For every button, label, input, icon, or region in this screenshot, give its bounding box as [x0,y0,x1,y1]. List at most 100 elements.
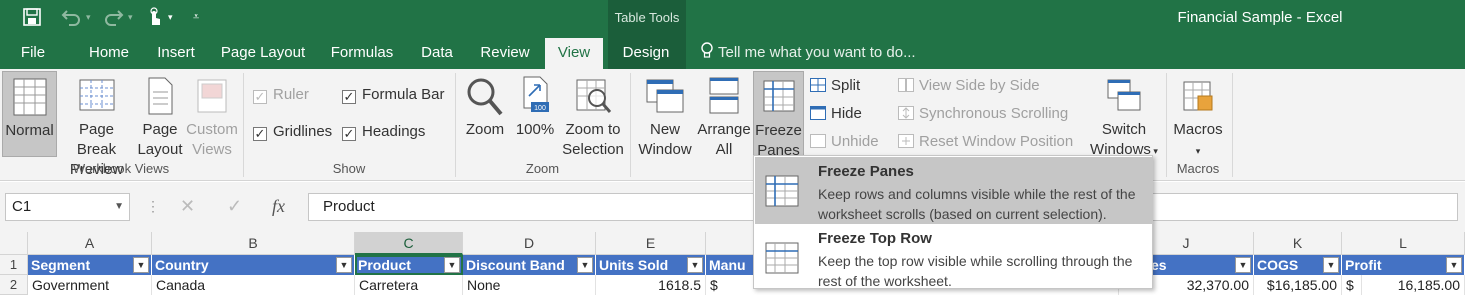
cell[interactable]: Canada [152,275,355,295]
tab-formulas[interactable]: Formulas [322,38,402,69]
menu-item-description: Keep the top row visible while scrolling… [818,253,1133,289]
table-header-cell[interactable]: Discount Band ▼ [463,255,596,275]
header-text: Profit [1345,257,1382,273]
unhide-icon [810,134,826,148]
ruler-checkbox[interactable]: ✓ Ruler [253,84,309,106]
new-window-button[interactable]: New Window [636,71,694,158]
freeze-label-1: Freeze [755,122,802,139]
tab-page-layout[interactable]: Page Layout [213,38,313,69]
column-header[interactable]: E [596,232,706,255]
tab-file[interactable]: File [0,38,66,69]
touch-dropdown-icon[interactable]: ▾ [168,7,173,27]
checkbox-icon: ✓ [342,89,356,104]
switch-windows-button[interactable]: Switch Windows ▾ [1088,71,1160,158]
zoom-group-label: Zoom [525,161,560,176]
reset-window-position-button[interactable]: Reset Window Position [898,131,1073,153]
cell[interactable]: Carretera [355,275,463,295]
tab-data[interactable]: Data [411,38,463,69]
filter-dropdown-icon[interactable]: ▼ [444,257,460,273]
tab-insert[interactable]: Insert [148,38,204,69]
redo-icon[interactable] [103,7,125,33]
chevron-down-icon[interactable]: ▼ [114,194,124,220]
row-header[interactable]: 2 [0,275,28,295]
filter-dropdown-icon[interactable]: ▼ [1235,257,1251,273]
freeze-panes-menu-item[interactable]: Freeze Panes Keep rows and columns visib… [755,157,1152,224]
cell[interactable]: $16,185.00 [1254,275,1342,295]
tab-review[interactable]: Review [473,38,537,69]
cell[interactable]: Government [28,275,152,295]
select-all-corner[interactable] [0,232,28,255]
checkbox-icon: ✓ [253,126,267,141]
freeze-panes-button[interactable]: Freeze Panes ▾ [753,71,804,178]
macros-button[interactable]: Macros ▾ [1170,71,1226,157]
tab-design[interactable]: Design [612,38,680,69]
synchronous-scrolling-button[interactable]: Synchronous Scrolling [898,103,1068,125]
row-header[interactable]: 1 [0,255,28,275]
column-header[interactable]: K [1254,232,1342,255]
filter-dropdown-icon[interactable]: ▼ [336,257,352,273]
undo-icon[interactable] [60,7,82,33]
arrange-all-button[interactable]: Arrange All [695,71,753,158]
switch-label-1: Switch [1101,121,1147,138]
table-header-cell-selected[interactable]: Product ▼ [355,255,463,275]
freeze-panes-icon [754,75,803,121]
column-header[interactable]: A [28,232,152,255]
cell[interactable]: None [463,275,596,295]
cell-currency[interactable]: $ [1342,275,1362,295]
column-header[interactable]: B [152,232,355,255]
reset-position-label: Reset Window Position [919,133,1074,150]
zoom-100-button[interactable]: 100 100% [512,71,558,157]
formula-bar: C1 ▼ ⋮ ✕ ✓ fx Product [0,182,1465,232]
unhide-button[interactable]: Unhide [810,131,879,153]
zoom-to-selection-button[interactable]: Zoom to Selection [561,71,625,158]
table-header-cell[interactable]: Profit ▼ [1342,255,1465,275]
customize-qat-icon[interactable]: ⩡ [193,7,199,27]
zoom-button[interactable]: Zoom [461,71,509,157]
view-side-by-side-button[interactable]: View Side by Side [898,75,1040,97]
cancel-icon[interactable]: ✕ [180,193,195,221]
normal-view-button[interactable]: Normal [2,71,57,157]
table-header-cell[interactable]: Country ▼ [152,255,355,275]
table-header-cell[interactable]: Segment ▼ [28,255,152,275]
undo-dropdown-icon[interactable]: ▾ [86,7,91,27]
filter-dropdown-icon[interactable]: ▼ [1446,257,1462,273]
cell[interactable]: 1618.5 [596,275,706,295]
filter-dropdown-icon[interactable]: ▼ [577,257,593,273]
column-header[interactable]: C [355,232,463,255]
page-layout-view-button[interactable]: Page Layout [136,71,184,158]
enter-icon[interactable]: ✓ [227,193,242,221]
column-header[interactable]: L [1342,232,1465,255]
table-header-cell[interactable]: Units Sold ▼ [596,255,706,275]
header-text: Units Sold [599,257,669,273]
headings-checkbox[interactable]: ✓ Headings [342,121,425,143]
column-header[interactable]: D [463,232,596,255]
header-text: Country [155,257,209,273]
formula-bar-checkbox[interactable]: ✓ Formula Bar [342,84,445,106]
name-box[interactable]: C1 ▼ [5,193,130,221]
redo-dropdown-icon[interactable]: ▾ [128,7,133,27]
hide-button[interactable]: Hide [810,103,862,125]
zts-label-1: Zoom to [565,121,621,138]
cell[interactable]: 16,185.00 [1362,275,1465,295]
filter-dropdown-icon[interactable]: ▼ [1323,257,1339,273]
split-button[interactable]: Split [810,75,860,97]
save-icon[interactable] [22,7,42,33]
custom-views-button[interactable]: Custom Views [186,71,238,158]
filter-dropdown-icon[interactable]: ▼ [133,257,149,273]
tab-home[interactable]: Home [78,38,140,69]
page-break-preview-button[interactable]: Page Break Preview [59,71,134,178]
tab-view[interactable]: View [545,38,603,69]
filter-dropdown-icon[interactable]: ▼ [687,257,703,273]
tell-me-box[interactable]: Tell me what you want to do... [700,38,916,69]
sync-scroll-icon [898,106,914,120]
freeze-top-row-menu-item[interactable]: Freeze Top Row Keep the top row visible … [755,224,1152,291]
reset-position-icon [898,134,914,148]
touch-mode-icon[interactable] [145,7,163,33]
table-header-cell[interactable]: COGS ▼ [1254,255,1342,275]
insert-function-icon[interactable]: fx [272,193,285,221]
hide-label: Hide [831,105,862,122]
zoom-label: Zoom [465,121,505,138]
gridlines-checkbox[interactable]: ✓ Gridlines [253,121,332,143]
sync-scroll-label: Synchronous Scrolling [919,105,1069,122]
macros-label: Macros [1173,121,1223,138]
